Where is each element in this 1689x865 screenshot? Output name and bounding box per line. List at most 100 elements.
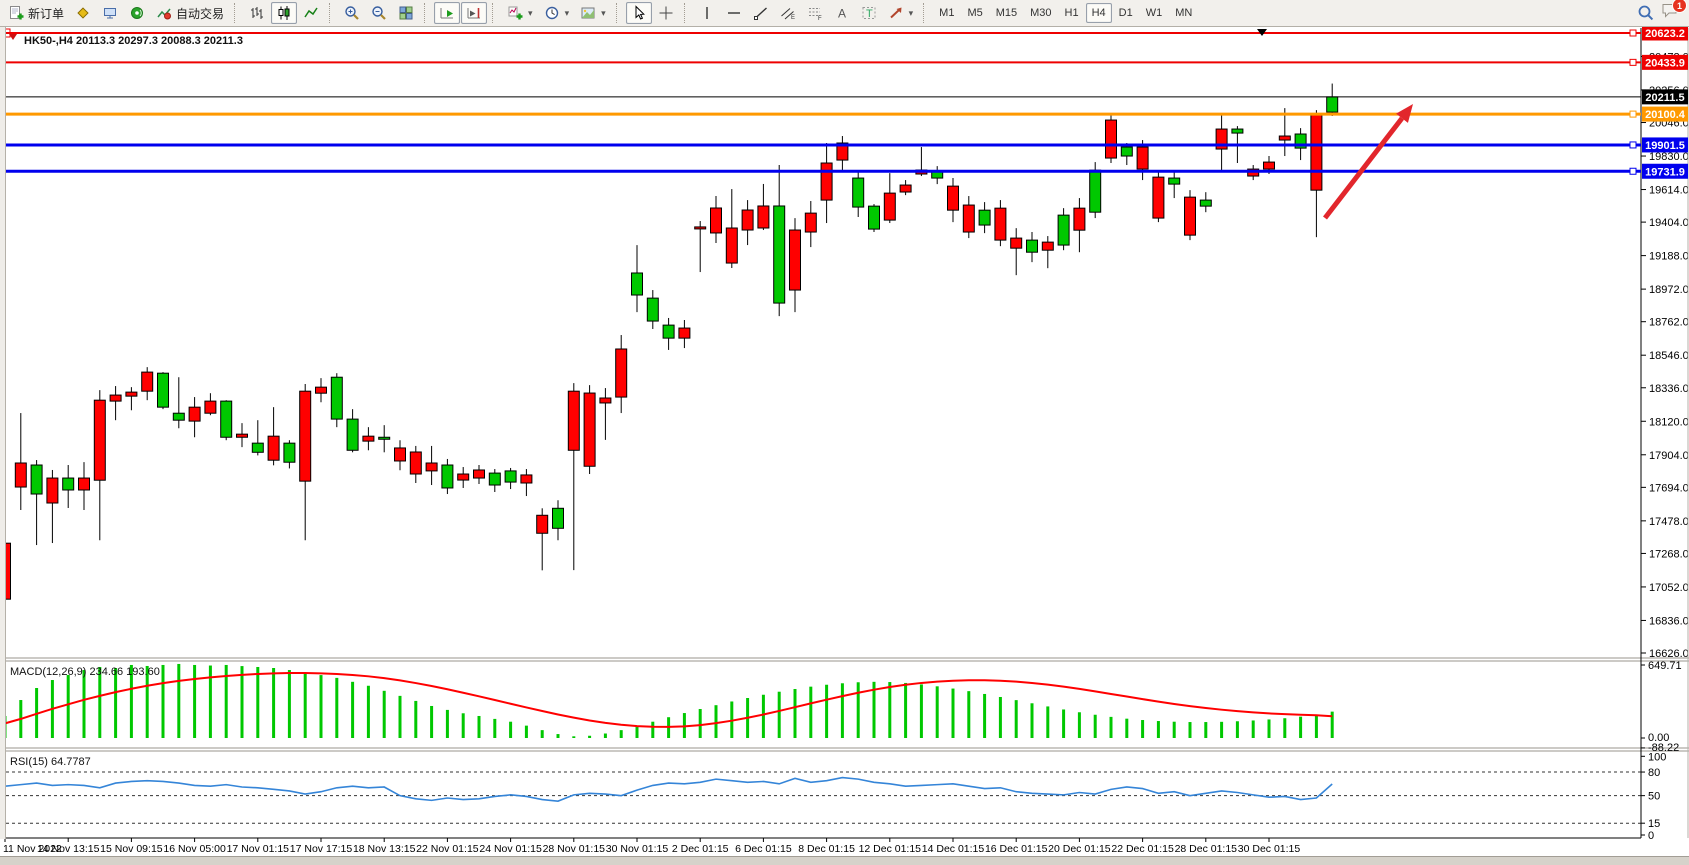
tab-w1[interactable]: W1 xyxy=(1140,3,1169,23)
indicators-dropdown-caret[interactable]: ▾ xyxy=(528,8,533,19)
candle[interactable] xyxy=(963,205,974,232)
auto-scroll-button[interactable] xyxy=(434,2,460,24)
tab-m1[interactable]: M1 xyxy=(933,3,960,23)
candle[interactable] xyxy=(821,163,832,200)
template-dropdown-caret[interactable]: ▾ xyxy=(601,8,606,19)
candle[interactable] xyxy=(805,213,816,232)
zoom-out-button[interactable] xyxy=(366,2,392,24)
template-button[interactable]: ▾ xyxy=(575,2,611,24)
candle[interactable] xyxy=(711,208,722,233)
candle[interactable] xyxy=(31,465,42,494)
candle[interactable] xyxy=(458,474,469,480)
candle[interactable] xyxy=(489,473,500,485)
candle[interactable] xyxy=(173,413,184,420)
candle[interactable] xyxy=(1311,114,1322,190)
tab-m30[interactable]: M30 xyxy=(1024,3,1057,23)
candle[interactable] xyxy=(1106,120,1117,158)
candle[interactable] xyxy=(1200,200,1211,206)
candle[interactable] xyxy=(252,443,263,452)
tab-h4[interactable]: H4 xyxy=(1086,3,1112,23)
candle[interactable] xyxy=(426,463,437,471)
candle[interactable] xyxy=(1232,129,1243,133)
tab-d1[interactable]: D1 xyxy=(1113,3,1139,23)
candle[interactable] xyxy=(268,436,279,460)
arrows-button[interactable]: ▾ xyxy=(883,2,919,24)
chat-button[interactable]: 1 xyxy=(1661,2,1680,24)
candle[interactable] xyxy=(1264,162,1275,169)
candle[interactable] xyxy=(316,387,327,393)
candle[interactable] xyxy=(695,227,706,229)
candle[interactable] xyxy=(1074,208,1085,230)
candle[interactable] xyxy=(1027,240,1038,252)
candle[interactable] xyxy=(600,398,611,403)
candle[interactable] xyxy=(632,273,643,295)
text-button[interactable]: A xyxy=(829,2,855,24)
candle[interactable] xyxy=(15,463,26,487)
price-line-handle[interactable] xyxy=(1630,111,1636,117)
price-line-handle[interactable] xyxy=(1630,168,1636,174)
candle[interactable] xyxy=(679,328,690,338)
candle[interactable] xyxy=(537,515,548,533)
candle[interactable] xyxy=(948,186,959,210)
candle[interactable] xyxy=(284,443,295,462)
price-line-handle[interactable] xyxy=(1630,59,1636,65)
candle[interactable] xyxy=(1327,97,1338,112)
candle[interactable] xyxy=(237,434,248,437)
arrows-dropdown-caret[interactable]: ▾ xyxy=(909,8,914,19)
candle[interactable] xyxy=(884,193,895,220)
terminal-button[interactable] xyxy=(97,2,123,24)
metaeditor-button[interactable] xyxy=(70,2,96,24)
candlestick-chart-button[interactable] xyxy=(271,2,297,24)
candle[interactable] xyxy=(726,228,737,263)
price-line-handle[interactable] xyxy=(1630,30,1636,36)
search-icon[interactable] xyxy=(1637,4,1655,22)
candle[interactable] xyxy=(742,210,753,230)
candle[interactable] xyxy=(1279,136,1290,140)
candle[interactable] xyxy=(347,419,358,450)
candle[interactable] xyxy=(553,508,564,528)
candle[interactable] xyxy=(616,349,627,397)
candle[interactable] xyxy=(1153,177,1164,218)
candle[interactable] xyxy=(900,185,911,192)
periods-dropdown-caret[interactable]: ▾ xyxy=(565,8,570,19)
candle[interactable] xyxy=(94,400,105,480)
candle[interactable] xyxy=(584,393,595,466)
candle[interactable] xyxy=(663,325,674,338)
candle[interactable] xyxy=(331,377,342,419)
candle[interactable] xyxy=(363,436,374,441)
candle[interactable] xyxy=(995,208,1006,240)
candle[interactable] xyxy=(395,448,406,461)
horizontal-line-button[interactable] xyxy=(721,2,747,24)
chart-canvas[interactable]: 20472.020256.020046.019830.019614.019404… xyxy=(0,0,1689,862)
candle[interactable] xyxy=(869,206,880,229)
text-label-button[interactable]: T xyxy=(856,2,882,24)
candle[interactable] xyxy=(189,407,200,421)
bar-chart-button[interactable] xyxy=(244,2,270,24)
price-line-handle[interactable] xyxy=(1630,142,1636,148)
candle[interactable] xyxy=(379,437,390,439)
candle[interactable] xyxy=(410,452,421,474)
candle[interactable] xyxy=(142,372,153,391)
candle[interactable] xyxy=(979,210,990,225)
candle[interactable] xyxy=(221,401,232,437)
candle[interactable] xyxy=(790,230,801,290)
candle[interactable] xyxy=(47,478,58,503)
candle[interactable] xyxy=(79,478,90,490)
candle[interactable] xyxy=(932,172,943,178)
candle[interactable] xyxy=(774,206,785,303)
zoom-in-button[interactable] xyxy=(339,2,365,24)
candle[interactable] xyxy=(442,465,453,488)
candle[interactable] xyxy=(1011,238,1022,248)
tab-h1[interactable]: H1 xyxy=(1059,3,1085,23)
trendline-button[interactable] xyxy=(748,2,774,24)
candle[interactable] xyxy=(853,178,864,207)
periods-button[interactable]: ▾ xyxy=(539,2,575,24)
candle[interactable] xyxy=(1058,215,1069,245)
tab-m15[interactable]: M15 xyxy=(990,3,1023,23)
chart-shift-button[interactable] xyxy=(461,2,487,24)
candle[interactable] xyxy=(1090,170,1101,212)
candle[interactable] xyxy=(63,478,74,490)
candle[interactable] xyxy=(568,391,579,450)
candle[interactable] xyxy=(1169,178,1180,184)
candle[interactable] xyxy=(158,373,169,407)
